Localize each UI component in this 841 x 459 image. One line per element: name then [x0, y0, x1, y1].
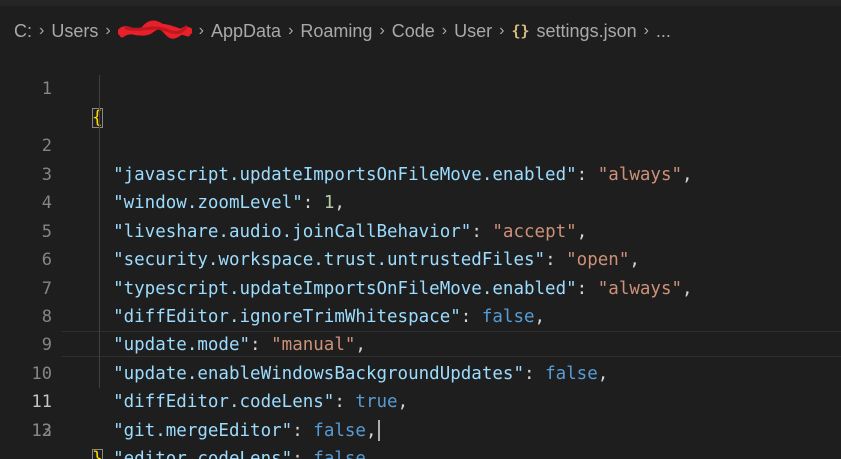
code-line[interactable]: 3 "window.zoomLevel": 1, — [0, 103, 841, 213]
code-line[interactable]: 1 { — [0, 47, 841, 128]
chevron-right-icon: › — [288, 22, 294, 39]
line-content: } — [92, 445, 103, 459]
indent-guide — [99, 75, 100, 104]
close-brace: } — [92, 449, 103, 459]
code-line[interactable]: 2 "javascript.updateImportsOnFileMove.en… — [0, 75, 841, 185]
tab-bar-edge — [0, 0, 841, 6]
indent-guide — [99, 331, 100, 360]
code-line[interactable]: 8 "update.mode": "manual", — [0, 246, 841, 355]
breadcrumb-drive[interactable]: C: — [14, 21, 32, 42]
indent-guide — [99, 160, 100, 190]
chevron-right-icon: › — [39, 22, 45, 39]
code-line[interactable]: 6 "typescript.updateImportsOnFileMove.en… — [0, 189, 841, 299]
breadcrumb-user[interactable]: User — [454, 21, 492, 42]
chevron-right-icon: › — [379, 22, 385, 39]
breadcrumb-appdata[interactable]: AppData — [211, 21, 281, 42]
chevron-right-icon: › — [643, 22, 649, 39]
json-comma: , — [365, 420, 377, 441]
code-line[interactable]: 9 "update.enableWindowsBackgroundUpdates… — [0, 274, 841, 384]
indent-guide — [99, 246, 100, 275]
text-cursor — [377, 420, 380, 442]
json-key: "git.mergeEditor" — [113, 420, 293, 441]
code-line[interactable]: 12 "editor.codeLens": false — [0, 359, 841, 459]
json-value: false — [313, 449, 366, 459]
code-line-current[interactable]: 11 "git.mergeEditor": false, — [0, 331, 841, 442]
chevron-right-icon: › — [499, 22, 505, 39]
code-line[interactable]: 4 "liveshare.audio.joinCallBehavior": "a… — [0, 132, 841, 242]
code-editor[interactable]: 1 { 2 "javascript.updateImportsOnFileMov… — [0, 47, 841, 459]
chevron-right-icon: › — [198, 22, 204, 39]
code-line[interactable]: 10 "diffEditor.codeLens": true, — [0, 302, 841, 412]
chevron-right-icon: › — [105, 22, 111, 39]
indent-guide — [99, 359, 100, 389]
indent-guide — [99, 103, 100, 133]
code-line[interactable]: 7 "diffEditor.ignoreTrimWhitespace": fal… — [0, 217, 841, 327]
json-key: "editor.codeLens" — [113, 449, 292, 459]
line-content: "git.mergeEditor": false, — [92, 417, 380, 445]
json-braces-icon: {} — [511, 22, 530, 40]
code-line[interactable]: 5 "security.workspace.trust.untrustedFil… — [0, 160, 841, 270]
redaction-scribble-icon — [117, 20, 192, 39]
line-number: 13 — [31, 420, 52, 441]
indent-guide — [99, 217, 100, 247]
json-value: false — [313, 420, 366, 441]
breadcrumb-file[interactable]: settings.json — [537, 21, 637, 42]
breadcrumb-username-redacted[interactable] — [117, 20, 192, 42]
chevron-right-icon: › — [441, 22, 448, 39]
breadcrumb-roaming[interactable]: Roaming — [300, 21, 372, 42]
indent-guide — [99, 132, 100, 161]
breadcrumb-users[interactable]: Users — [51, 21, 98, 42]
line-content: "editor.codeLens": false — [92, 445, 366, 459]
breadcrumb-more[interactable]: ... — [656, 21, 671, 42]
breadcrumb: C: › Users › › AppData › Roaming › Code … — [14, 18, 671, 44]
editor-window: C: › Users › › AppData › Roaming › Code … — [0, 0, 841, 459]
code-line[interactable]: 13 } — [0, 388, 841, 459]
indent-guide — [99, 302, 100, 332]
indent-guide — [99, 189, 100, 218]
indent-guide — [99, 274, 100, 303]
breadcrumb-code[interactable]: Code — [392, 21, 435, 42]
